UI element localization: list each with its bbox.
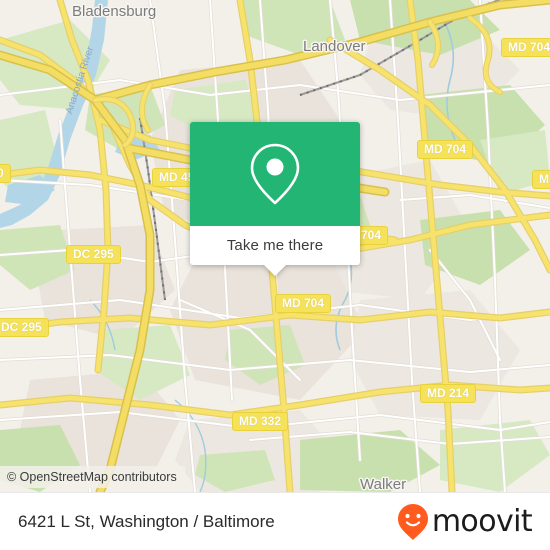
road-shield-md-332: MD 332 [232, 412, 289, 431]
moovit-pin-smile-icon [397, 503, 428, 540]
destination-popup-card[interactable]: Take me there [190, 122, 360, 276]
moovit-map-screenshot: .urban{fill:#e9e3db;} .urban2{fill:#ece7… [0, 0, 550, 550]
moovit-wordmark: moovit [431, 503, 533, 539]
road-shield-right-edge-partial: MD [532, 170, 550, 189]
popup-card-tail [264, 265, 286, 276]
road-shield-md-704-center: MD 704 [275, 294, 332, 313]
road-shield-md-214: MD 214 [420, 384, 477, 403]
road-shield-dc-295-upper: DC 295 [66, 245, 121, 264]
popup-card-header [190, 122, 360, 226]
road-shield-md-704-east: MD 704 [417, 140, 474, 159]
footer-bar: 6421 L St, Washington / Baltimore moovit [0, 492, 550, 550]
map-canvas[interactable]: .urban{fill:#e9e3db;} .urban2{fill:#ece7… [0, 0, 550, 492]
road-shield-left-edge-partial: 0 [0, 164, 11, 183]
osm-attribution[interactable]: © OpenStreetMap contributors [0, 466, 185, 488]
moovit-brand[interactable]: moovit [396, 503, 533, 541]
address-label: 6421 L St, Washington / Baltimore [18, 511, 275, 531]
road-shield-dc-295-lower: DC 295 [0, 318, 49, 337]
map-pin-icon [250, 143, 300, 205]
take-me-there-label: Take me there [226, 237, 324, 254]
popup-card-footer[interactable]: Take me there [190, 226, 360, 276]
road-shield-md-704-ne: MD 704 [501, 38, 550, 57]
